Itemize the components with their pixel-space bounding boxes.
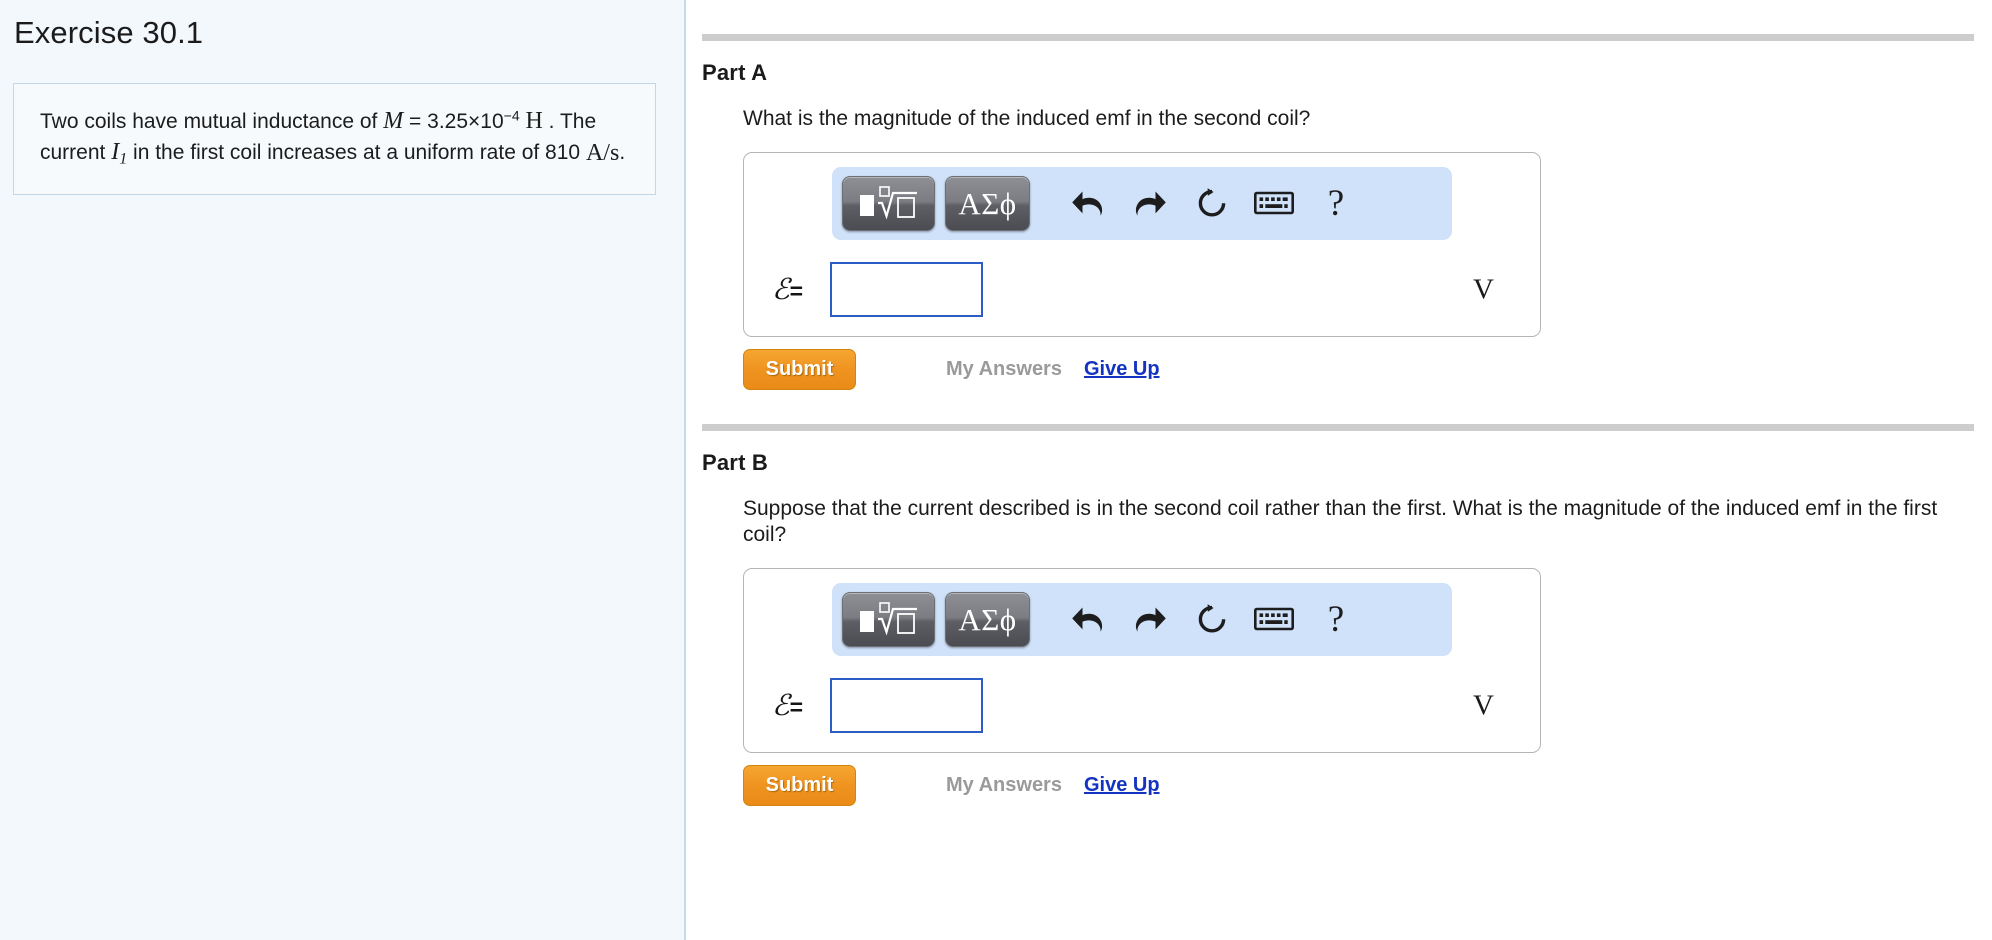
greek-symbols-label-b: ΑΣϕ — [958, 601, 1017, 637]
symbol-current-subscript: 1 — [119, 150, 128, 168]
keyboard-icon — [1254, 191, 1294, 215]
give-up-link-a[interactable]: Give Up — [1084, 358, 1160, 381]
answer-unit-a: V — [1473, 273, 1494, 306]
problem-period: . — [619, 140, 626, 164]
equals-sign-1: = — [409, 109, 422, 133]
section-divider-b — [702, 423, 1974, 431]
answer-symbol-a: ℰ= — [772, 272, 830, 307]
reset-button-b[interactable] — [1181, 592, 1243, 647]
undo-button-b[interactable] — [1057, 592, 1119, 647]
greek-symbols-label-a: ΑΣϕ — [958, 185, 1017, 221]
reset-button-a[interactable] — [1181, 176, 1243, 231]
keyboard-button-a[interactable] — [1243, 176, 1305, 231]
reset-icon — [1198, 604, 1226, 633]
unit-slash: / — [603, 140, 610, 167]
undo-icon — [1072, 607, 1103, 633]
math-template-button-a[interactable] — [842, 175, 935, 231]
answer-input-b[interactable] — [830, 678, 983, 734]
problem-tail: in the first coil increases at a uniform… — [133, 140, 581, 164]
my-answers-link-a[interactable]: My Answers — [946, 358, 1062, 381]
undo-button-a[interactable] — [1057, 176, 1119, 231]
problem-pane: Exercise 30.1 Two coils have mutual indu… — [0, 0, 686, 940]
action-row-a: Submit My Answers Give Up — [743, 348, 1983, 390]
inductance-value: 3.25×10 — [427, 109, 504, 133]
problem-statement-box: Two coils have mutual inductance of M = … — [13, 82, 656, 196]
equals-sign-b: = — [789, 694, 803, 721]
part-question-a: What is the magnitude of the induced emf… — [743, 107, 1311, 130]
answer-input-a[interactable] — [830, 262, 983, 318]
greek-symbols-button-b[interactable]: ΑΣϕ — [945, 591, 1030, 647]
answer-widget-a: ΑΣϕ ? ℰ= V — [743, 151, 1541, 337]
help-button-a[interactable]: ? — [1305, 176, 1367, 231]
exercise-page: Exercise 30.1 Two coils have mutual indu… — [0, 0, 1992, 940]
answer-pane: Part A What is the magnitude of the indu… — [686, 0, 1992, 940]
redo-button-b[interactable] — [1119, 592, 1181, 647]
symbol-mutual-inductance: M — [383, 107, 404, 134]
submit-button-b[interactable]: Submit — [743, 764, 856, 806]
keyboard-icon — [1254, 608, 1294, 631]
keyboard-button-b[interactable] — [1243, 592, 1305, 647]
redo-icon — [1135, 191, 1166, 216]
help-icon: ? — [1327, 182, 1345, 224]
math-template-button-b[interactable] — [842, 591, 935, 647]
problem-statement-text: Two coils have mutual inductance of M = … — [40, 106, 629, 170]
unit-amps-per-second: A/s — [586, 138, 619, 169]
page-title: Exercise 30.1 — [14, 15, 204, 50]
problem-lead: Two coils have mutual inductance of — [40, 109, 378, 133]
unit-henry: H — [525, 107, 543, 134]
give-up-link-b[interactable]: Give Up — [1084, 774, 1160, 797]
section-divider-a — [702, 34, 1974, 41]
math-toolbar-b: ΑΣϕ ? — [832, 582, 1452, 656]
part-section-b: Part B Suppose that the current describe… — [686, 423, 1992, 806]
redo-button-a[interactable] — [1119, 176, 1181, 231]
answer-symbol-b: ℰ= — [772, 688, 830, 723]
reset-icon — [1198, 188, 1226, 217]
answer-unit-b: V — [1473, 689, 1494, 722]
emf-symbol-a: ℰ — [772, 274, 790, 307]
part-question-b: Suppose that the current described is in… — [743, 496, 1938, 547]
part-title-a: Part A — [702, 60, 768, 85]
submit-button-a[interactable]: Submit — [743, 348, 856, 390]
emf-symbol-b: ℰ — [772, 690, 790, 723]
unit-second: s — [609, 140, 620, 167]
symbol-current: I — [111, 138, 120, 165]
help-button-b[interactable]: ? — [1305, 592, 1367, 647]
math-toolbar-a: ΑΣϕ ? — [832, 166, 1452, 240]
redo-icon — [1135, 607, 1166, 633]
my-answers-link-b[interactable]: My Answers — [946, 774, 1062, 797]
part-section-a: Part A What is the magnitude of the indu… — [686, 34, 1992, 390]
answer-row-a: ℰ= V — [744, 260, 1540, 320]
undo-icon — [1072, 191, 1103, 216]
action-row-b: Submit My Answers Give Up — [743, 764, 1983, 806]
unit-ampere: A — [585, 140, 604, 167]
inductance-exponent: −4 — [503, 107, 520, 124]
part-title-b: Part B — [702, 449, 768, 475]
answer-row-b: ℰ= V — [744, 676, 1540, 736]
answer-widget-b: ΑΣϕ ? ℰ= V — [743, 567, 1541, 753]
help-icon: ? — [1327, 598, 1345, 640]
equals-sign-a: = — [789, 278, 803, 305]
greek-symbols-button-a[interactable]: ΑΣϕ — [945, 175, 1030, 231]
